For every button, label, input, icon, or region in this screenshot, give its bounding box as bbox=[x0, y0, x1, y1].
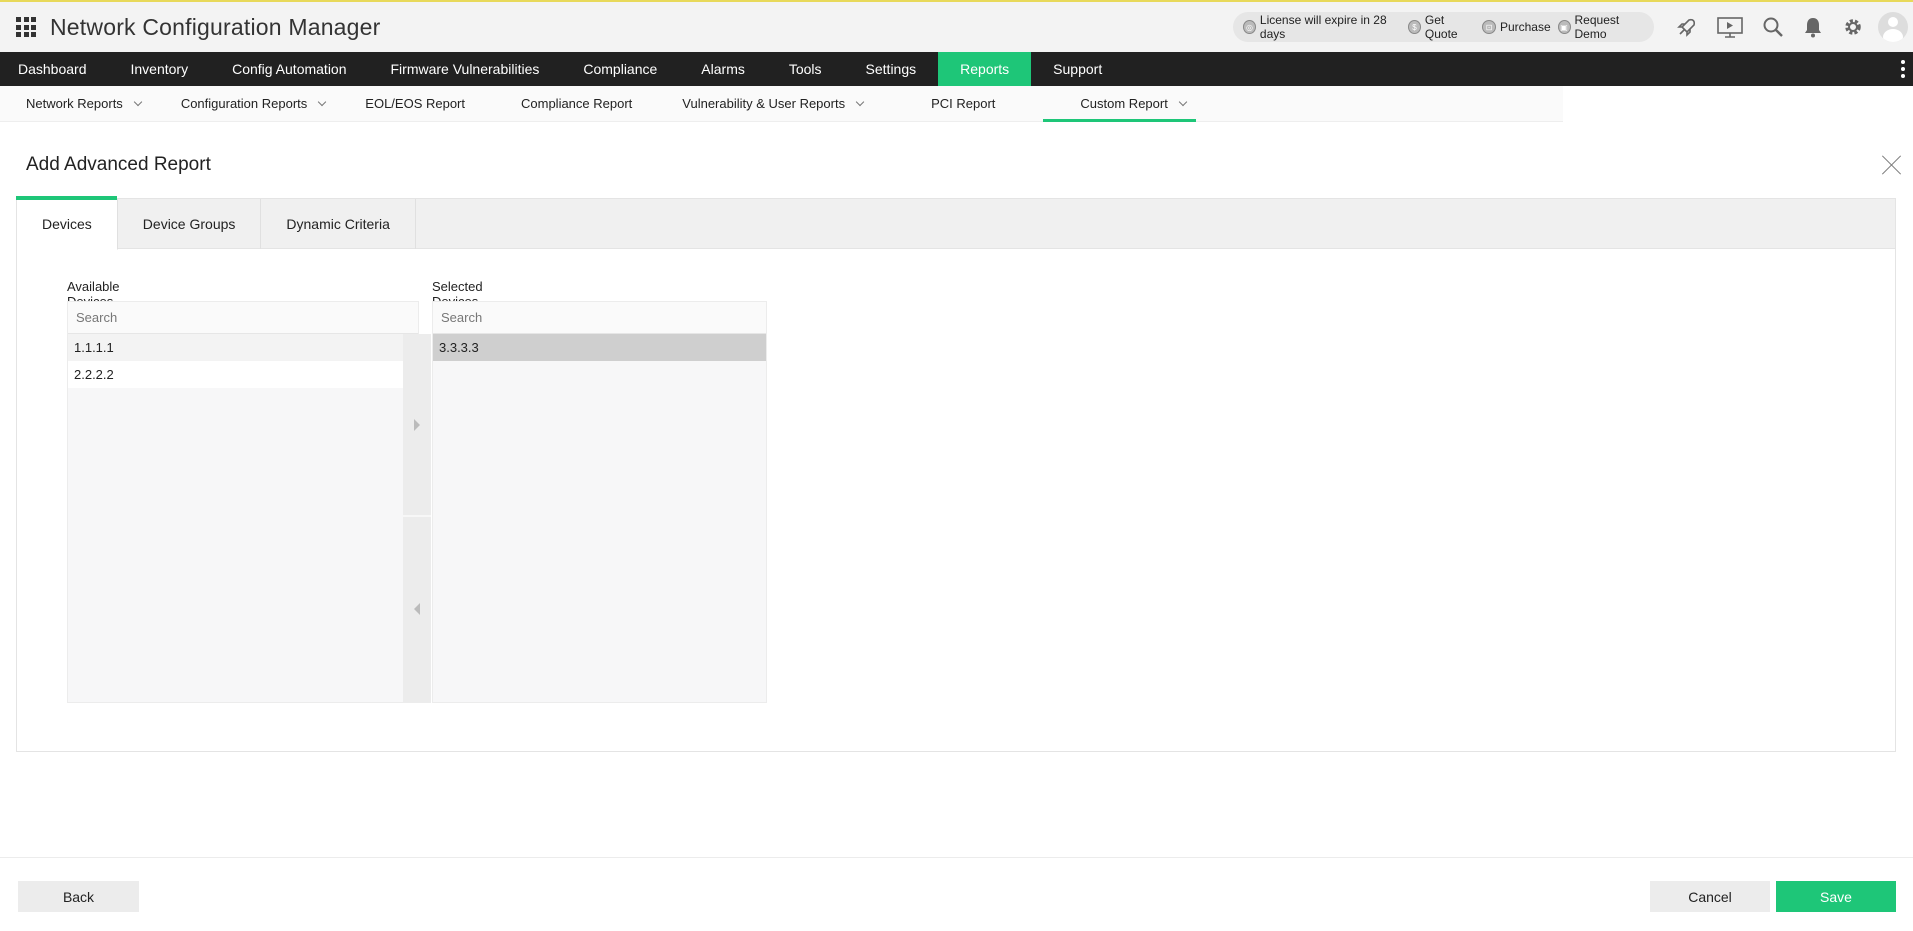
chevron-down-icon bbox=[133, 97, 143, 107]
bell-icon[interactable] bbox=[1793, 2, 1833, 52]
header-icon-bar bbox=[1667, 2, 1913, 52]
demo-icon: ▣ bbox=[1557, 20, 1571, 34]
search-icon[interactable] bbox=[1753, 2, 1793, 52]
subnav-configuration-reports-label: Configuration Reports bbox=[180, 96, 308, 111]
presentation-icon[interactable] bbox=[1707, 2, 1753, 52]
nav-support[interactable]: Support bbox=[1031, 52, 1124, 86]
app-title: Network Configuration Manager bbox=[50, 13, 381, 40]
request-demo-link[interactable]: ▣ Request Demo bbox=[1557, 13, 1647, 41]
subnav-eol-eos-label: EOL/EOS Report bbox=[365, 96, 465, 111]
license-toolbar: ◎ License will expire in 28 days $ Get Q… bbox=[1233, 12, 1654, 42]
license-icon: ◎ bbox=[1243, 20, 1256, 34]
subnav-eol-eos-report[interactable]: EOL/EOS Report bbox=[339, 86, 495, 121]
list-item[interactable]: 2.2.2.2 bbox=[68, 361, 404, 388]
tab-device-groups[interactable]: Device Groups bbox=[118, 199, 262, 249]
available-search bbox=[68, 302, 418, 334]
apps-grid-icon[interactable] bbox=[16, 17, 36, 37]
list-item[interactable]: 1.1.1.1 bbox=[68, 334, 404, 361]
save-button[interactable]: Save bbox=[1776, 881, 1896, 912]
page-title: Add Advanced Report bbox=[26, 154, 211, 175]
arrow-right-icon bbox=[414, 418, 420, 431]
purchase-link[interactable]: ⊡ Purchase bbox=[1481, 20, 1551, 34]
main-nav: Dashboard Inventory Config Automation Fi… bbox=[0, 52, 1913, 86]
dollar-icon: $ bbox=[1408, 20, 1421, 34]
avatar bbox=[1878, 12, 1908, 42]
back-button[interactable]: Back bbox=[18, 881, 139, 912]
transfer-controls bbox=[403, 334, 431, 703]
nav-firmware-vulnerabilities[interactable]: Firmware Vulnerabilities bbox=[369, 52, 562, 86]
reports-subnav: Network Reports Configuration Reports EO… bbox=[0, 86, 1563, 122]
license-label: License will expire in 28 days bbox=[1259, 13, 1387, 41]
nav-tools[interactable]: Tools bbox=[767, 52, 844, 86]
available-search-input[interactable] bbox=[76, 310, 401, 325]
subnav-pci-label: PCI Report bbox=[931, 96, 996, 111]
subnav-pci-report[interactable]: PCI Report bbox=[907, 86, 1043, 121]
subnav-vulnerability-user-reports[interactable]: Vulnerability & User Reports bbox=[662, 86, 907, 121]
rocket-icon[interactable] bbox=[1667, 2, 1707, 52]
license-link[interactable]: ◎ License will expire in 28 days bbox=[1243, 13, 1401, 41]
nav-dashboard[interactable]: Dashboard bbox=[0, 52, 109, 86]
subnav-vulnerability-label: Vulnerability & User Reports bbox=[682, 96, 846, 111]
more-options-icon[interactable] bbox=[1901, 60, 1905, 78]
tab-devices[interactable]: Devices bbox=[16, 196, 118, 250]
app-header: Network Configuration Manager ◎ License … bbox=[0, 2, 1913, 52]
selected-devices-list: 3.3.3.3 bbox=[432, 301, 767, 703]
selected-search-input[interactable] bbox=[441, 310, 750, 325]
page-title-row: Add Advanced Report bbox=[0, 122, 1913, 198]
chevron-down-icon bbox=[1178, 97, 1188, 107]
tab-dynamic-criteria[interactable]: Dynamic Criteria bbox=[261, 199, 416, 249]
arrow-left-icon bbox=[414, 602, 420, 615]
move-right-button[interactable] bbox=[403, 334, 431, 517]
report-panel: Devices Device Groups Dynamic Criteria A… bbox=[16, 196, 1896, 752]
cart-icon: ⊡ bbox=[1481, 20, 1496, 34]
nav-compliance[interactable]: Compliance bbox=[561, 52, 679, 86]
chevron-down-icon bbox=[318, 97, 327, 107]
chevron-down-icon bbox=[855, 97, 865, 107]
nav-reports[interactable]: Reports bbox=[938, 52, 1032, 86]
user-avatar[interactable] bbox=[1873, 2, 1913, 52]
move-left-button[interactable] bbox=[403, 517, 431, 700]
available-devices-list: 1.1.1.1 2.2.2.2 bbox=[67, 301, 419, 703]
nav-config-automation[interactable]: Config Automation bbox=[210, 52, 368, 86]
subnav-configuration-reports[interactable]: Configuration Reports bbox=[155, 86, 339, 121]
subnav-custom-report-label: Custom Report bbox=[1080, 96, 1168, 111]
selected-search bbox=[433, 302, 766, 334]
purchase-label: Purchase bbox=[1499, 20, 1551, 34]
subnav-custom-report[interactable]: Custom Report bbox=[1043, 86, 1197, 122]
subnav-compliance-label: Compliance Report bbox=[521, 96, 633, 111]
nav-alarms[interactable]: Alarms bbox=[679, 52, 767, 86]
footer-divider bbox=[0, 857, 1913, 858]
subnav-network-reports-label: Network Reports bbox=[26, 96, 123, 111]
gear-icon[interactable] bbox=[1833, 2, 1873, 52]
close-icon[interactable] bbox=[1881, 154, 1903, 176]
subnav-network-reports[interactable]: Network Reports bbox=[0, 86, 155, 121]
nav-settings[interactable]: Settings bbox=[844, 52, 939, 86]
get-quote-link[interactable]: $ Get Quote bbox=[1408, 13, 1475, 41]
list-item[interactable]: 3.3.3.3 bbox=[433, 334, 766, 361]
get-quote-label: Get Quote bbox=[1424, 13, 1458, 41]
nav-inventory[interactable]: Inventory bbox=[109, 52, 211, 86]
cancel-button[interactable]: Cancel bbox=[1650, 881, 1770, 912]
request-demo-label: Request Demo bbox=[1574, 13, 1620, 41]
tab-bar: Devices Device Groups Dynamic Criteria bbox=[16, 196, 1895, 250]
subnav-compliance-report[interactable]: Compliance Report bbox=[495, 86, 662, 121]
